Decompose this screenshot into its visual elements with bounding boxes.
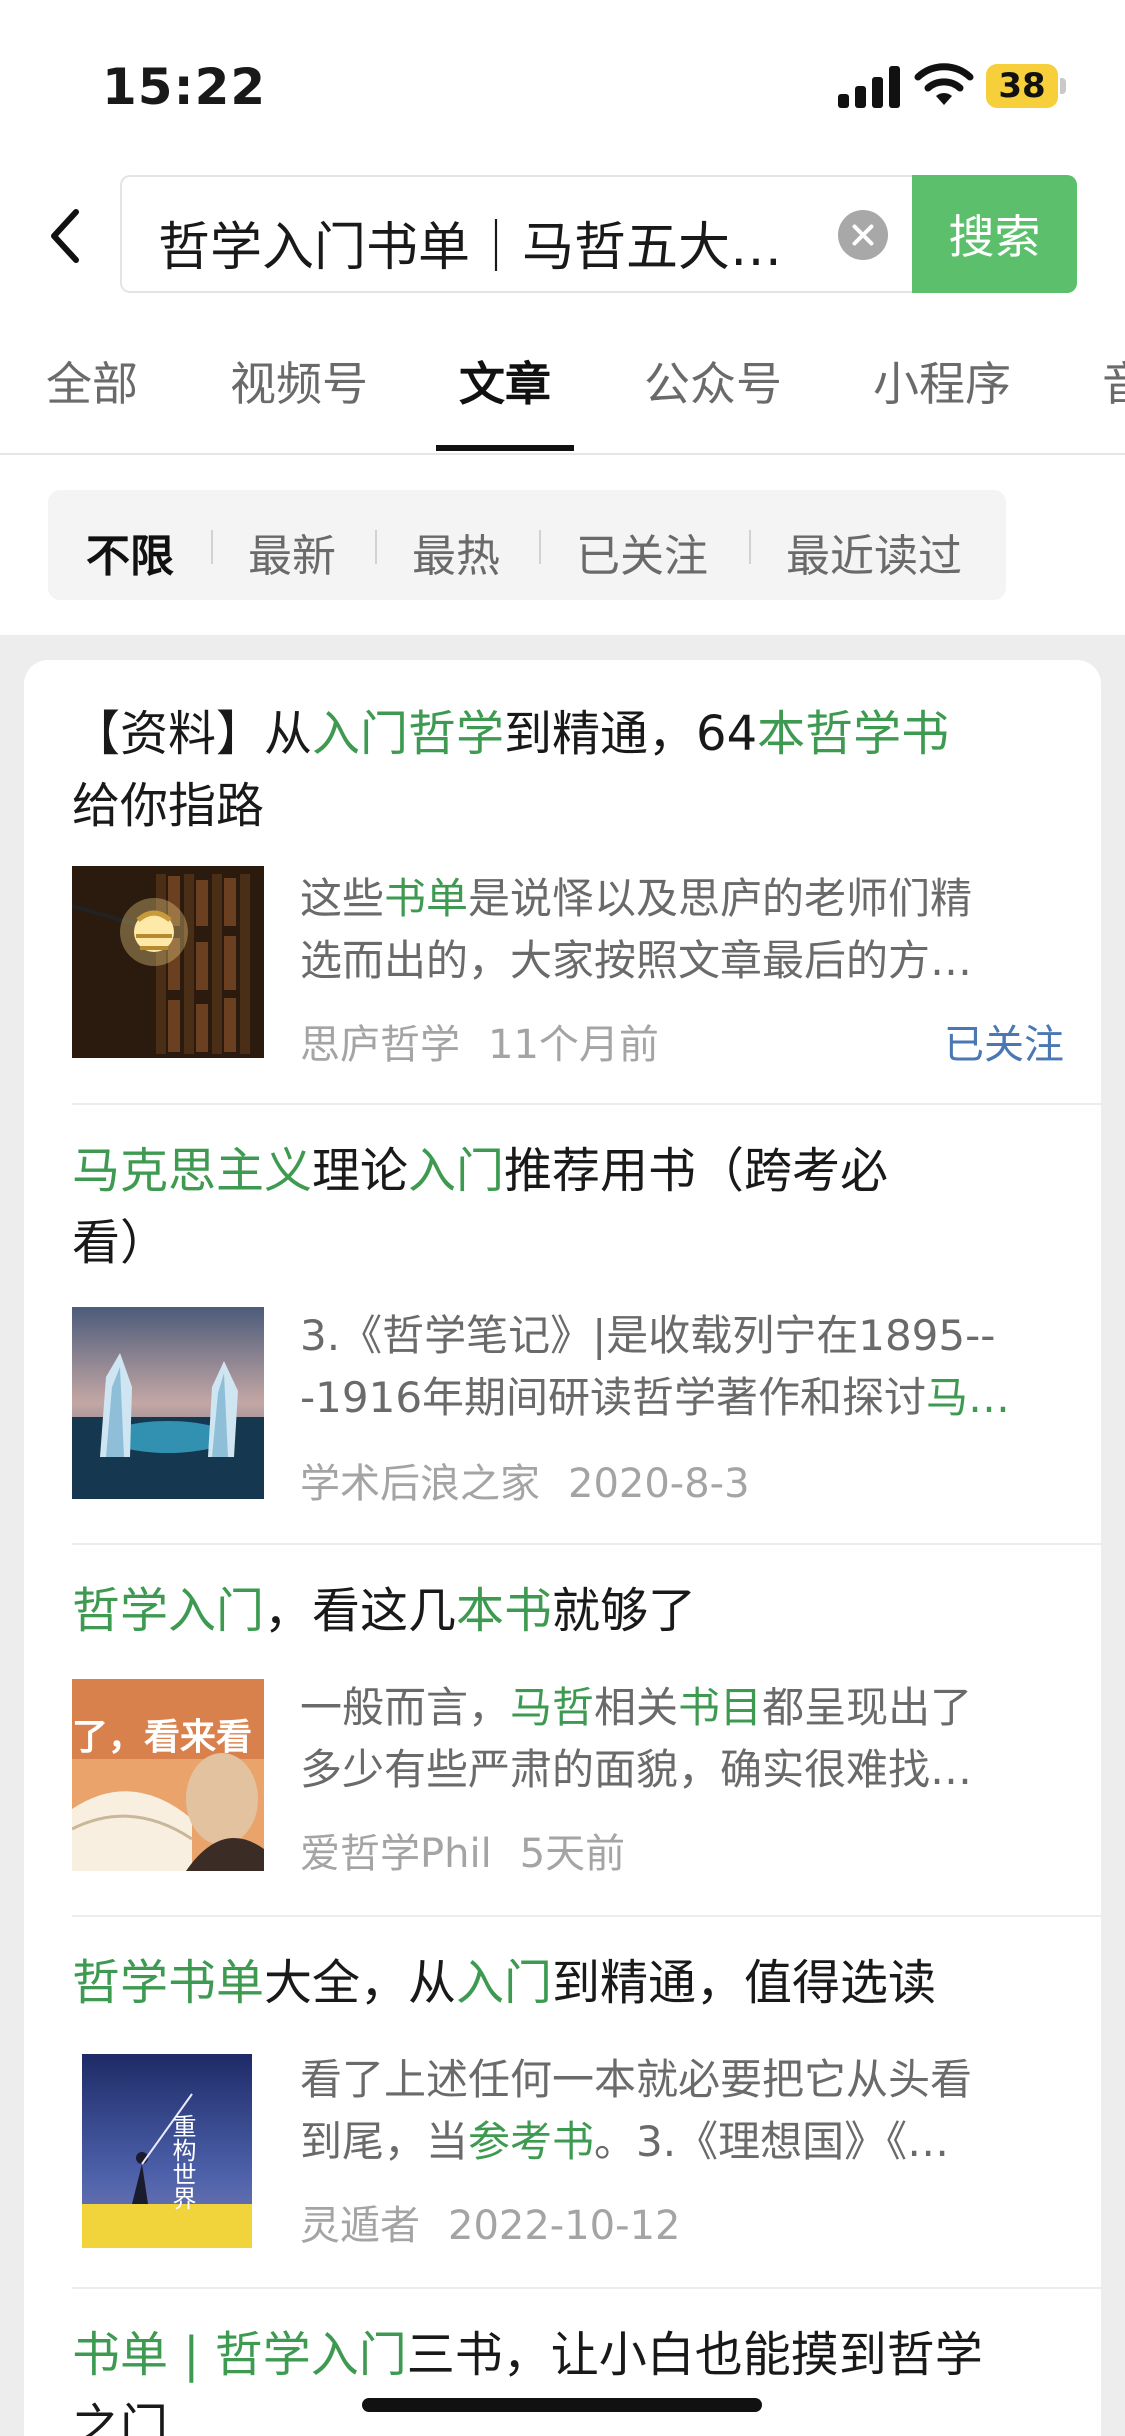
tab-articles[interactable]: 文章 xyxy=(459,348,551,414)
book-portrait-image[interactable]: 了，看来看 xyxy=(72,1679,264,1871)
search-input[interactable]: 哲学入门书单｜马哲五大… xyxy=(120,175,1000,293)
article-title[interactable]: 【资料】从入门哲学到精通，64本哲学书 给你指路 xyxy=(72,698,1062,842)
tab-all[interactable]: 全部 xyxy=(46,348,138,414)
tab-official-accounts[interactable]: 公众号 xyxy=(644,348,782,414)
list-item[interactable]: 哲学书单大全，从入门到精通，值得选读 重构世界 看了上述任何一本就必要把它从头看… xyxy=(24,1917,1101,2287)
list-item[interactable]: 哲学入门，看这几本书就够了 了，看来看 一般而言，马哲相关书目都呈现出了 多少有… xyxy=(24,1545,1101,1915)
article-title[interactable]: 书单 | 哲学入门三书，让小白也能摸到哲学 之门 xyxy=(72,2319,1062,2436)
cellular-signal-icon xyxy=(838,66,900,108)
tab-mini-programs[interactable]: 小程序 xyxy=(873,348,1011,414)
list-item[interactable]: 书单 | 哲学入门三书，让小白也能摸到哲学 之门 xyxy=(24,2289,1101,2436)
lamp-bookshelf-image[interactable] xyxy=(72,866,264,1058)
article-time: 2020-8-3 xyxy=(568,1461,750,1507)
search-button[interactable]: 搜索 xyxy=(912,175,1077,293)
category-tabs: 全部 视频号 文章 公众号 小程序 音 xyxy=(0,310,1125,455)
article-source: 学术后浪之家 xyxy=(300,1461,540,1507)
article-time: 2022-10-12 xyxy=(448,2203,681,2249)
filter-hottest[interactable]: 最热 xyxy=(412,520,500,584)
filter-divider xyxy=(211,530,213,564)
article-source: 思庐哲学 xyxy=(300,1022,460,1068)
search-query[interactable]: 哲学入门书单｜马哲五大… xyxy=(158,205,798,280)
status-bar: 15:22 38 xyxy=(0,0,1125,160)
book-cover-title: 重构世界 xyxy=(168,2114,196,2210)
back-chevron-icon[interactable] xyxy=(42,206,92,266)
home-indicator[interactable] xyxy=(362,2398,762,2412)
battery-level: 38 xyxy=(986,64,1058,108)
filter-area: 不限 最新 最热 已关注 最近读过 xyxy=(0,455,1125,635)
tab-channels[interactable]: 视频号 xyxy=(230,348,368,414)
filter-newest[interactable]: 最新 xyxy=(248,520,336,584)
article-source: 爱哲学Phil xyxy=(300,1831,492,1877)
filter-divider xyxy=(749,530,751,564)
article-time: 11个月前 xyxy=(488,1022,659,1068)
active-tab-indicator xyxy=(436,445,574,451)
filter-bar: 不限 最新 最热 已关注 最近读过 xyxy=(48,490,1006,600)
iceberg-image[interactable] xyxy=(72,1307,264,1499)
filter-divider xyxy=(375,530,377,564)
filter-unlimited[interactable]: 不限 xyxy=(86,520,174,584)
article-snippet: 看了上述任何一本就必要把它从头看 到尾，当参考书。3.《理想国》《… xyxy=(300,2055,973,2166)
results-list: 【资料】从入门哲学到精通，64本哲学书 给你指路 这些书单是说怿以及思庐的老师们… xyxy=(24,660,1101,2436)
article-snippet: 一般而言，马哲相关书目都呈现出了 多少有些严肃的面貌，确实很难找… xyxy=(300,1683,973,1794)
clear-icon[interactable] xyxy=(838,210,888,260)
article-snippet: 3.《哲学笔记》|是收载列宁在1895-- -1916年期间研读哲学著作和探讨马… xyxy=(300,1311,1011,1422)
article-meta: 学术后浪之家 2020-8-3 xyxy=(300,1451,750,1509)
filter-divider xyxy=(539,530,541,564)
article-time: 5天前 xyxy=(519,1831,626,1877)
filter-recently-read[interactable]: 最近读过 xyxy=(786,520,962,584)
battery-icon: 38 xyxy=(986,64,1066,108)
tab-music[interactable]: 音 xyxy=(1102,348,1125,414)
article-meta: 爱哲学Phil 5天前 xyxy=(300,1821,625,1879)
list-item[interactable]: 【资料】从入门哲学到精通，64本哲学书 给你指路 这些书单是说怿以及思庐的老师们… xyxy=(24,660,1101,1105)
article-meta: 灵遁者 2022-10-12 xyxy=(300,2193,680,2251)
status-time: 15:22 xyxy=(102,58,267,116)
article-source: 灵遁者 xyxy=(300,2203,420,2249)
followed-badge: 已关注 xyxy=(944,1022,1064,1068)
list-item[interactable]: 马克思主义理论入门推荐用书（跨考必 看） 3.《哲学笔记》|是收载列宁在1895-… xyxy=(24,1105,1101,1543)
filter-followed[interactable]: 已关注 xyxy=(576,520,708,584)
article-title[interactable]: 马克思主义理论入门推荐用书（跨考必 看） xyxy=(72,1135,1062,1279)
article-title[interactable]: 哲学书单大全，从入门到精通，值得选读 xyxy=(72,1947,1062,2019)
wifi-icon xyxy=(914,63,974,105)
thumb-caption: 了，看来看 xyxy=(72,1717,252,1758)
book-cover-image[interactable]: 重构世界 xyxy=(82,2054,252,2248)
article-snippet: 这些书单是说怿以及思庐的老师们精 选而出的，大家按照文章最后的方… xyxy=(300,874,973,985)
article-title[interactable]: 哲学入门，看这几本书就够了 xyxy=(72,1575,1062,1647)
search-header: 哲学入门书单｜马哲五大… 搜索 xyxy=(0,160,1125,310)
article-meta: 思庐哲学 11个月前 xyxy=(300,1012,659,1070)
